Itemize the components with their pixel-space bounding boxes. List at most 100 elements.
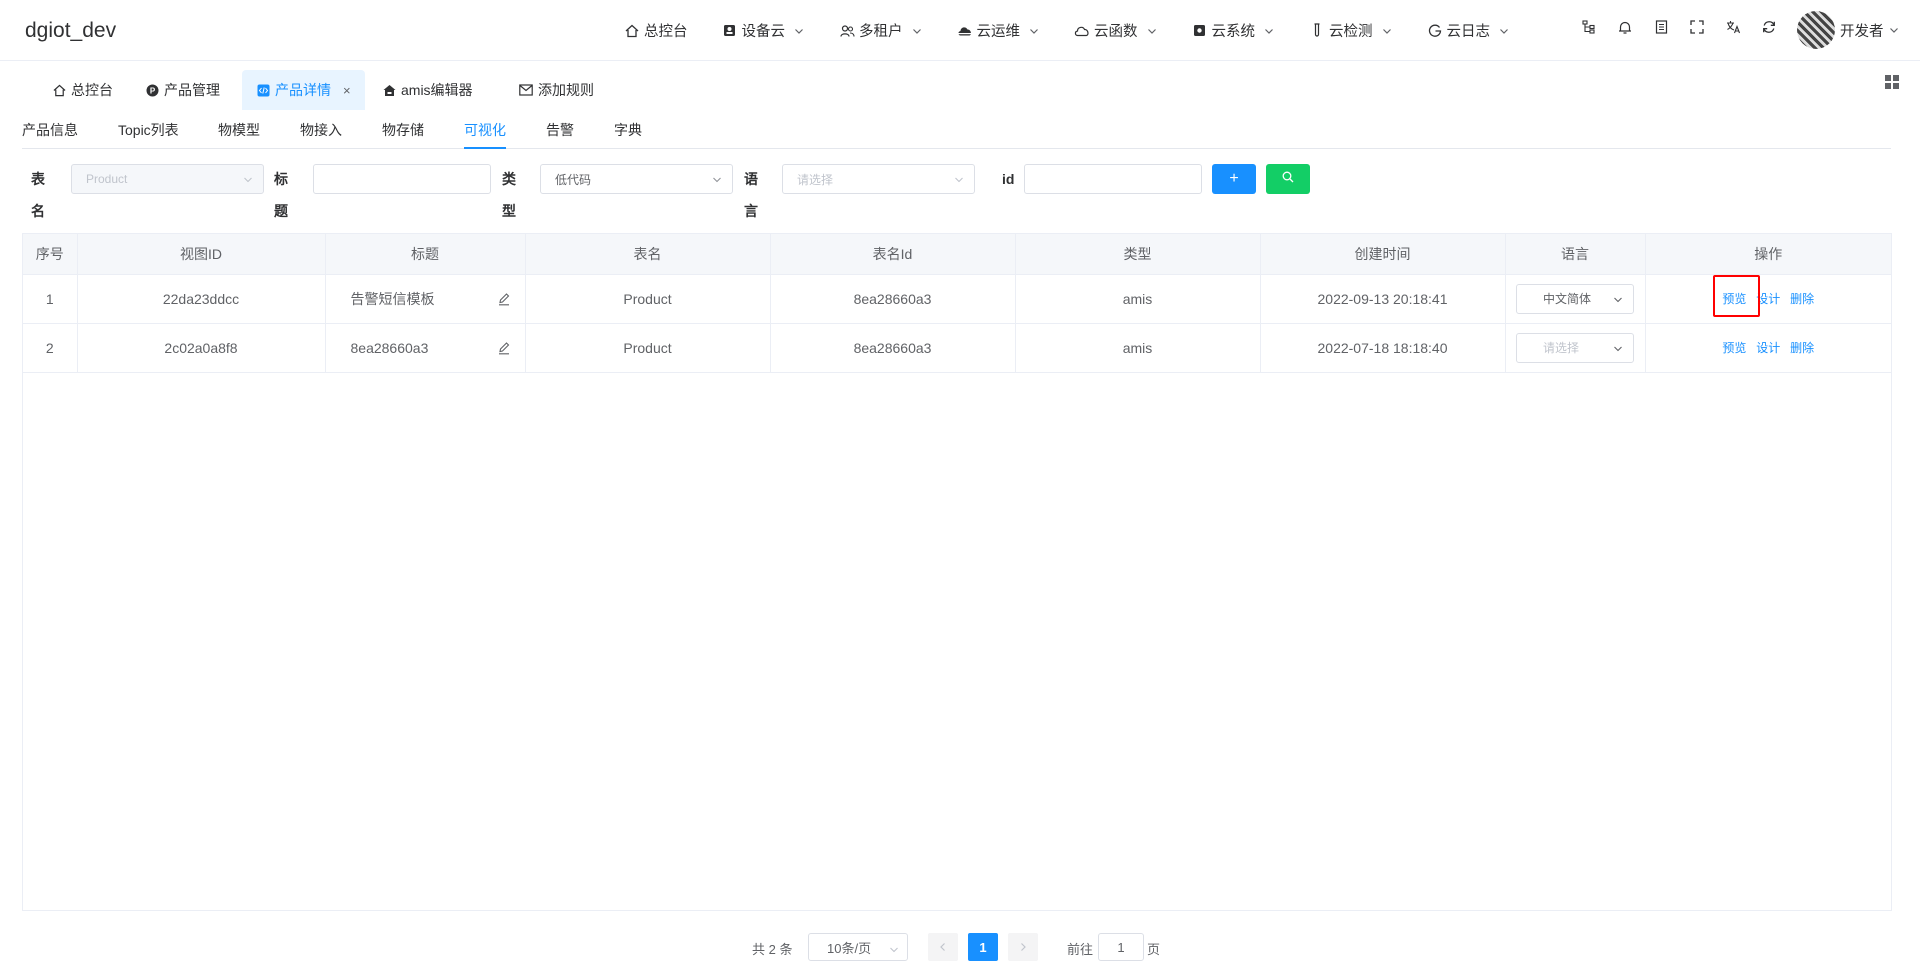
- home-icon: [624, 23, 640, 39]
- delete-link[interactable]: 删除: [1790, 341, 1814, 355]
- chevron-down-icon: [1613, 343, 1623, 353]
- tab-product-detail[interactable]: 产品详情 ×: [242, 70, 365, 110]
- row-index: 2: [23, 323, 78, 373]
- language-label: 语言: [744, 171, 758, 219]
- detail-subtabs: 产品信息 Topic列表 物模型 物接入 物存储 可视化 告警 字典: [22, 112, 1891, 149]
- user-name: 开发者: [1840, 23, 1884, 40]
- total-count: 共 2 条: [752, 942, 793, 957]
- edit-icon[interactable]: [497, 341, 511, 355]
- table-name-select[interactable]: Product: [71, 164, 264, 194]
- tab-dashboard[interactable]: 总控台: [38, 70, 127, 110]
- page-size-select[interactable]: 10条/页: [808, 933, 908, 961]
- chevron-down-icon: [1498, 25, 1510, 37]
- fullscreen-icon[interactable]: [1688, 18, 1706, 36]
- type-cell: amis: [1015, 323, 1261, 373]
- top-nav-cloud-testing[interactable]: 云检测: [1309, 20, 1393, 41]
- search-button[interactable]: [1266, 164, 1310, 194]
- subtab-thing-storage[interactable]: 物存储: [382, 120, 424, 149]
- top-nav-device-cloud[interactable]: 设备云: [722, 20, 806, 41]
- system-icon: [1192, 23, 1208, 39]
- add-button[interactable]: +: [1212, 164, 1256, 194]
- subtab-topic-list[interactable]: Topic列表: [118, 120, 179, 149]
- bell-icon[interactable]: [1616, 18, 1634, 36]
- chevron-right-icon: [1018, 940, 1028, 955]
- chevron-down-icon: [1263, 25, 1275, 37]
- preview-link[interactable]: 预览: [1722, 341, 1746, 355]
- subtab-thing-model[interactable]: 物模型: [218, 120, 260, 149]
- title-cell: 8ea28660a3: [325, 323, 526, 373]
- top-nav-label: 云系统: [1211, 24, 1256, 40]
- chevron-down-icon: [889, 943, 899, 953]
- view-id-cell: 2c02a0a8f8: [77, 323, 326, 373]
- top-nav-label: 云日志: [1446, 24, 1491, 40]
- top-nav-cloud-ops[interactable]: 云运维: [957, 20, 1041, 41]
- title-text: 告警短信模板: [350, 290, 435, 307]
- title-cell: 告警短信模板: [325, 274, 526, 324]
- type-select[interactable]: 低代码: [540, 164, 733, 194]
- column-header: 表名Id: [770, 234, 1016, 275]
- top-nav-home[interactable]: 总控台: [624, 20, 688, 41]
- tree-icon[interactable]: [1580, 18, 1598, 36]
- row-language-select[interactable]: 请选择: [1516, 332, 1634, 363]
- goto-page-input[interactable]: 1: [1098, 933, 1144, 961]
- device-icon: [722, 23, 738, 39]
- title-label: 标题: [274, 171, 288, 219]
- language-select[interactable]: 请选择: [782, 164, 975, 194]
- page-number-current[interactable]: 1: [968, 933, 998, 961]
- table-row: 2 2c02a0a8f8 8ea28660a3 Product 8ea28660…: [23, 323, 1891, 373]
- top-nav-label: 云函数: [1094, 24, 1138, 40]
- tab-product-management[interactable]: P 产品管理: [131, 70, 234, 110]
- close-icon[interactable]: ×: [343, 83, 351, 98]
- chevron-down-icon: [1028, 25, 1040, 37]
- row-index: 1: [23, 274, 78, 324]
- top-nav-multi-tenant[interactable]: 多租户: [839, 20, 923, 41]
- language-placeholder: 请选择: [797, 172, 834, 187]
- design-link[interactable]: 设计: [1756, 292, 1780, 306]
- prev-page-button[interactable]: [928, 933, 958, 961]
- house-icon: [382, 83, 396, 97]
- subtab-visualization[interactable]: 可视化: [464, 120, 506, 149]
- next-page-button[interactable]: [1008, 933, 1038, 961]
- plus-icon: +: [1229, 170, 1239, 187]
- row-language-placeholder: 请选择: [1543, 341, 1580, 355]
- id-input[interactable]: [1024, 164, 1202, 194]
- created-time-cell: 2022-09-13 20:18:41: [1260, 274, 1506, 324]
- subtab-thing-access[interactable]: 物接入: [300, 120, 342, 149]
- log-icon: [1427, 23, 1443, 39]
- tabs-bar: 总控台 P 产品管理 产品详情 × amis编辑器 添加规则: [0, 62, 1920, 111]
- edit-icon[interactable]: [497, 292, 511, 306]
- table-id-cell: 8ea28660a3: [770, 323, 1016, 373]
- delete-link[interactable]: 删除: [1790, 292, 1814, 306]
- tab-amis-editor[interactable]: amis编辑器: [368, 70, 487, 110]
- subtab-product-info[interactable]: 产品信息: [22, 120, 78, 149]
- goto-label: 前往: [1067, 942, 1094, 957]
- cloud-icon: [1074, 23, 1090, 39]
- refresh-icon[interactable]: [1760, 18, 1778, 36]
- chevron-down-icon: [1888, 24, 1900, 36]
- table-header-row: 序号 视图ID 标题 表名 表名Id 类型 创建时间 语言 操作: [23, 234, 1891, 275]
- row-language-select[interactable]: 中文简体: [1516, 283, 1634, 314]
- chevron-down-icon: [954, 174, 964, 184]
- tab-label: 产品管理: [164, 82, 220, 98]
- subtab-alarm[interactable]: 告警: [546, 120, 574, 149]
- translate-icon[interactable]: [1724, 18, 1742, 36]
- svg-text:P: P: [149, 86, 155, 95]
- chevron-down-icon: [1381, 25, 1393, 37]
- top-nav-label: 设备云: [741, 24, 786, 40]
- column-header: 类型: [1015, 234, 1261, 275]
- top-nav-cloud-system[interactable]: 云系统: [1192, 20, 1276, 41]
- title-input[interactable]: [313, 164, 491, 194]
- top-nav-cloud-logs[interactable]: 云日志: [1427, 20, 1511, 41]
- document-icon[interactable]: [1652, 18, 1670, 36]
- column-header: 操作: [1645, 234, 1891, 275]
- chevron-down-icon: [911, 25, 923, 37]
- tab-add-rule[interactable]: 添加规则: [505, 70, 608, 110]
- top-header: dgiot_dev 总控台 设备云 多租户 云运维 云函数 云系统 云检测 云日…: [0, 0, 1920, 61]
- type-cell: amis: [1015, 274, 1261, 324]
- design-link[interactable]: 设计: [1756, 341, 1780, 355]
- preview-link[interactable]: 预览: [1722, 292, 1746, 306]
- user-menu[interactable]: 开发者: [1797, 11, 1900, 49]
- subtab-dictionary[interactable]: 字典: [614, 120, 642, 149]
- grid-menu-icon[interactable]: [1884, 74, 1900, 90]
- top-nav-cloud-functions[interactable]: 云函数: [1074, 20, 1158, 41]
